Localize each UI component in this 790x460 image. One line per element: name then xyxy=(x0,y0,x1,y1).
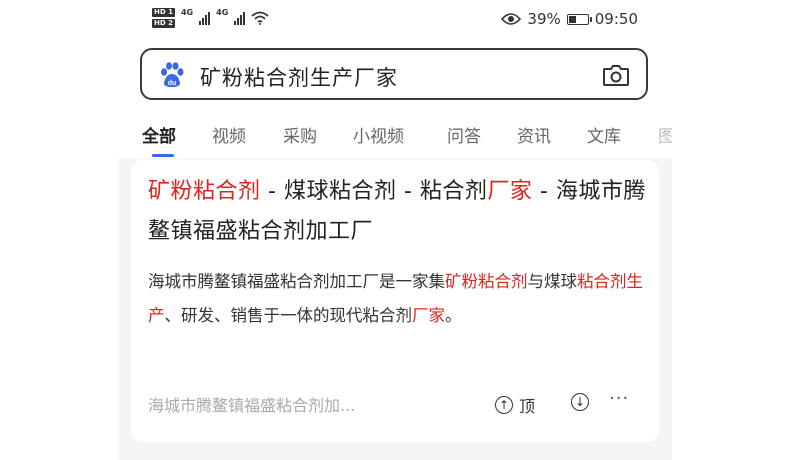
tab-short-video[interactable]: 小视频 xyxy=(353,122,404,147)
eye-comfort-icon xyxy=(501,13,522,25)
search-input[interactable]: du 矿粉粘合剂生产厂家 xyxy=(140,48,648,100)
battery-icon xyxy=(566,13,592,25)
upvote-label: 顶 xyxy=(519,397,536,416)
svg-text:du: du xyxy=(168,80,177,87)
search-header: du 矿粉粘合剂生产厂家 全部 视频 采购 小视频 问答 资讯 文库 图 xyxy=(118,36,672,158)
snippet-part: 与煤球 xyxy=(527,272,578,291)
tab-video[interactable]: 视频 xyxy=(212,122,246,147)
sim2-badge: HD 2 xyxy=(152,19,175,28)
network-type-1: 4G xyxy=(180,7,194,17)
title-part[interactable]: - 煤球粘合剂 - 粘合剂 xyxy=(261,179,488,204)
status-right: 39% 09:50 xyxy=(501,8,638,30)
active-tab-indicator xyxy=(152,154,174,157)
snippet-part: 矿粉粘合剂 xyxy=(445,272,528,291)
title-part[interactable]: 厂家 xyxy=(487,179,532,204)
snippet-part: 、研发、销售于一体的现代粘合剂 xyxy=(164,306,413,325)
snippet-part: 。 xyxy=(445,306,462,325)
tab-qa[interactable]: 问答 xyxy=(447,122,481,147)
tab-library[interactable]: 文库 xyxy=(587,122,621,147)
baidu-paw-icon[interactable]: du xyxy=(158,61,186,89)
search-query[interactable]: 矿粉粘合剂生产厂家 xyxy=(200,62,398,92)
status-left: HD 1 HD 2 4G 4G xyxy=(152,6,269,30)
phone-screen: HD 1 HD 2 4G 4G 39% 09:50 du 矿粉粘合剂生产厂家 全… xyxy=(118,0,672,460)
signal-2-icon xyxy=(234,11,246,25)
battery-percent: 39% xyxy=(527,10,561,28)
network-type-2: 4G xyxy=(216,7,229,17)
more-options-button[interactable]: ··· xyxy=(609,388,629,409)
result-title[interactable]: 矿粉粘合剂 - 煤球粘合剂 - 粘合剂厂家 - 海城市腾鳌镇福盛粘合剂加工厂 xyxy=(148,172,648,252)
title-part[interactable]: 矿粉粘合剂 xyxy=(148,179,261,204)
arrow-down-icon: ↓ xyxy=(571,393,589,411)
tab-news[interactable]: 资讯 xyxy=(517,122,551,147)
snippet-part: 厂家 xyxy=(412,306,445,325)
result-snippet: 海城市腾鳌镇福盛粘合剂加工厂是一家集矿粉粘合剂与煤球粘合剂生产、研发、销售于一体… xyxy=(148,265,648,333)
battery-level xyxy=(568,15,576,23)
tab-purchase[interactable]: 采购 xyxy=(283,122,317,147)
tab-images[interactable]: 图 xyxy=(658,122,672,147)
signal-1-icon xyxy=(199,11,211,25)
tab-all[interactable]: 全部 xyxy=(142,122,176,147)
snippet-part: 海城市腾鳌镇福盛粘合剂加工厂是一家集 xyxy=(148,272,445,291)
sim-indicators: HD 1 HD 2 xyxy=(152,8,175,28)
downvote-button[interactable]: ↓ xyxy=(571,393,589,411)
status-bar: HD 1 HD 2 4G 4G 39% 09:50 xyxy=(118,0,672,36)
upvote-button[interactable]: ↑ 顶 xyxy=(495,393,535,417)
wifi-icon xyxy=(251,11,269,25)
result-source[interactable]: 海城市腾鳌镇福盛粘合剂加... xyxy=(148,392,355,416)
arrow-up-icon: ↑ xyxy=(495,396,513,414)
search-result-card[interactable]: 矿粉粘合剂 - 煤球粘合剂 - 粘合剂厂家 - 海城市腾鳌镇福盛粘合剂加工厂 海… xyxy=(131,160,659,442)
sim1-badge: HD 1 xyxy=(152,8,175,17)
clock: 09:50 xyxy=(594,10,638,28)
camera-icon[interactable] xyxy=(602,63,630,87)
search-tabs: 全部 视频 采购 小视频 问答 资讯 文库 图 xyxy=(118,114,672,158)
